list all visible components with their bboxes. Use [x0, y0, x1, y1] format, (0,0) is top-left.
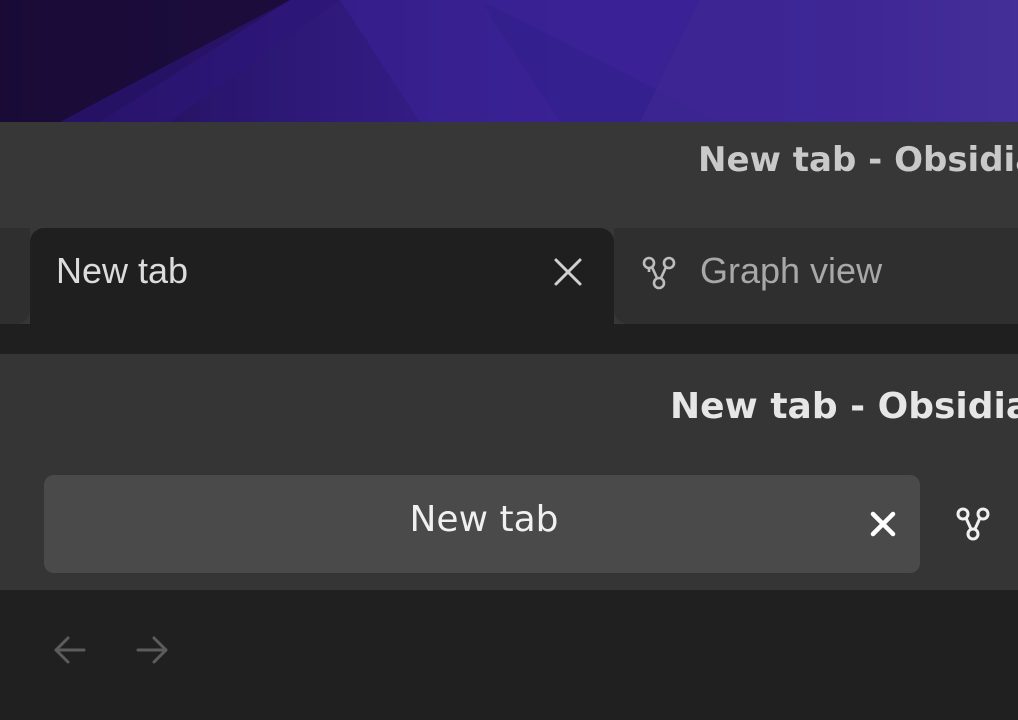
tab-label: New tab — [56, 250, 189, 291]
desktop-wallpaper — [0, 0, 1018, 122]
tab-label: Graph view — [700, 250, 883, 291]
window-content — [0, 324, 1018, 352]
window-title: New tab - Obsidia — [670, 386, 1018, 427]
arrow-left-icon — [54, 636, 86, 664]
close-icon[interactable] — [866, 507, 900, 541]
arrow-right-icon — [136, 636, 168, 664]
graph-view-icon[interactable] — [954, 505, 992, 543]
window-title: New tab - Obsidia — [698, 140, 1018, 180]
close-icon[interactable] — [550, 254, 586, 290]
tab-label: New tab — [409, 499, 559, 540]
tab-new-tab[interactable]: New tab — [44, 475, 920, 573]
tab-graph-view[interactable]: Graph view — [614, 228, 1018, 324]
forward-button[interactable] — [130, 628, 174, 672]
back-button[interactable] — [48, 628, 92, 672]
tab-strip-spacer — [0, 228, 30, 324]
graph-view-icon — [642, 256, 676, 290]
